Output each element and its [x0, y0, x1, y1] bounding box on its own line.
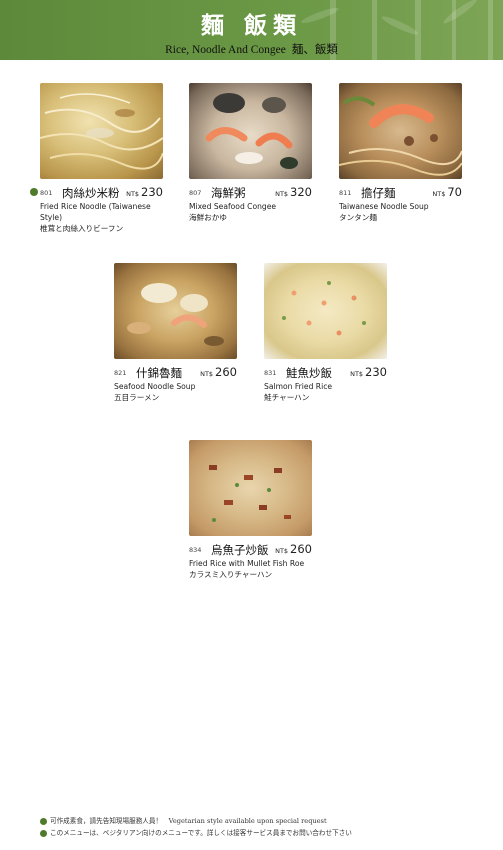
menu-item[interactable]: 807 海鮮粥 NT$ 320 Mixed Seafood Congee 海鮮おか…	[189, 83, 319, 223]
seafood-noodle-photo	[114, 263, 237, 359]
menu-item[interactable]: 801 肉絲炒米粉 NT$ 230 Fried Rice Noodle (Taiw…	[30, 83, 170, 234]
item-name-cn: 肉絲炒米粉	[62, 186, 120, 200]
item-name-en: Fried Rice Noodle (Taiwanese Style)	[40, 202, 151, 222]
item-name-jp: 五目ラーメン	[114, 393, 160, 402]
item-number: 821	[114, 369, 127, 377]
noodle-texture	[40, 93, 163, 170]
item-price: NT$ 230	[350, 365, 387, 379]
mullet-roe-fried-rice-photo	[189, 440, 312, 536]
item-name-cn: 擔仔麵	[361, 186, 396, 200]
rice-texture	[282, 281, 366, 336]
vegetarian-dot-icon	[40, 817, 47, 825]
salmon-fried-rice-photo	[264, 263, 387, 359]
vegetarian-dot-icon	[30, 188, 38, 196]
menu-item[interactable]: 834 烏魚子炒飯 NT$ 260 Fried Rice with Mullet …	[189, 440, 319, 580]
subtitle-en: Rice, Noodle And Congee	[165, 44, 286, 56]
item-name-en: Taiwanese Noodle Soup	[339, 202, 429, 211]
seafood-congee-photo	[189, 83, 312, 179]
noodle-soup-photo	[339, 83, 462, 179]
item-name-jp: 椎茸と肉絲入りビーフン	[40, 224, 124, 233]
menu-item[interactable]: 821 什錦魯麵 NT$ 260 Seafood Noodle Soup 五目ラー…	[114, 263, 244, 403]
item-name-jp: 海鮮おかゆ	[189, 213, 227, 222]
item-name-cn: 鮭魚炒飯	[286, 366, 332, 380]
page-title: 麵 飯類	[200, 12, 302, 39]
item-name-cn: 海鮮粥	[211, 186, 246, 200]
page-subtitle: Rice, Noodle And Congee 麺、飯類	[0, 41, 503, 57]
item-name-cn: 什錦魯麵	[136, 366, 182, 380]
footer-note-japanese: このメニューは、ベジタリアン向けのメニューです。詳しくは接客サービス員までお問い…	[40, 827, 500, 837]
item-number: 807	[189, 189, 202, 197]
item-price: NT$ 260	[275, 542, 312, 556]
item-price: NT$ 70	[432, 185, 462, 199]
item-name-cn: 烏魚子炒飯	[211, 543, 269, 557]
seafood-texture	[205, 93, 298, 169]
menu-item[interactable]: 831 鮭魚炒飯 NT$ 230 Salmon Fried Rice 鮭チャーハン	[264, 263, 394, 403]
subtitle-jp: 麺、飯類	[291, 44, 338, 56]
item-name-jp: カラスミ入りチャーハン	[189, 570, 273, 579]
vegetarian-dot-icon	[40, 829, 47, 837]
item-price: NT$ 320	[275, 185, 312, 199]
item-name-jp: 鮭チャーハン	[264, 393, 310, 402]
item-name-en: Seafood Noodle Soup	[114, 382, 196, 391]
item-price: NT$ 230	[126, 185, 163, 199]
item-number: 811	[339, 189, 352, 197]
item-name-jp: タンタン麺	[339, 213, 377, 222]
seafood-noodle-texture	[127, 283, 224, 346]
menu-item[interactable]: 811 擔仔麵 NT$ 70 Taiwanese Noodle Soup タンタン…	[339, 83, 469, 223]
footer-note-vegetarian: 可作成素食，請先告知現場服務人員！ Vegetarian style avail…	[40, 815, 500, 825]
item-number: 834	[189, 546, 202, 554]
rice-roe-texture	[209, 465, 291, 522]
noodle-soup-texture	[339, 96, 462, 176]
item-price: NT$ 260	[200, 365, 237, 379]
fried-rice-noodle-photo	[40, 83, 163, 179]
item-number: 801	[40, 189, 53, 197]
item-name-en: Fried Rice with Mullet Fish Roe	[189, 559, 305, 568]
item-name-en: Mixed Seafood Congee	[189, 202, 277, 211]
item-number: 831	[264, 369, 277, 377]
item-name-en: Salmon Fried Rice	[264, 382, 333, 391]
header-banner: 麵 飯類 Rice, Noodle And Congee 麺、飯類	[0, 0, 503, 60]
